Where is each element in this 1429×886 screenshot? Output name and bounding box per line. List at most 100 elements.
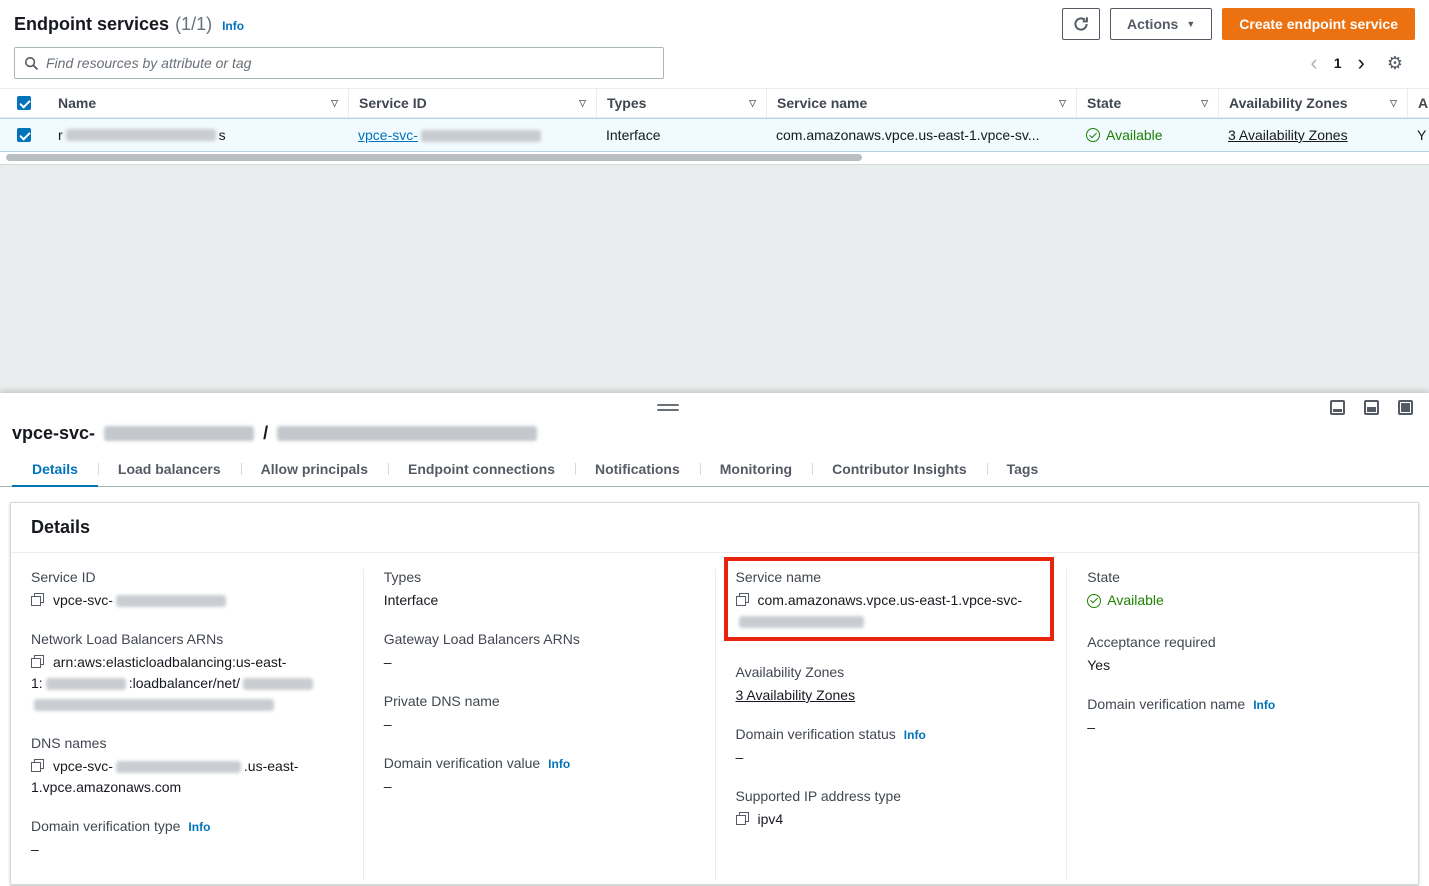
card-heading: Details (31, 517, 1398, 538)
tab-monitoring[interactable]: Monitoring (700, 452, 812, 486)
details-card-body: Service ID vpce-svc- Network Load Balanc… (11, 553, 1418, 884)
field-private-dns-name: Private DNS name – (384, 693, 695, 735)
field-value: vpce-svc-.us-east- 1.vpce.amazonaws.com (31, 756, 343, 798)
filter-icon[interactable]: ▽ (331, 98, 338, 109)
panel-position-side-icon[interactable] (1364, 400, 1379, 415)
name-suffix: s (219, 127, 226, 143)
previous-page-button[interactable]: ‹ (1310, 52, 1317, 74)
filter-icon[interactable]: ▽ (1390, 98, 1397, 109)
field-domain-verification-status: Domain verification status Info – (736, 726, 1047, 768)
value-text: :loadbalancer/net/ (129, 675, 240, 691)
field-label: Supported IP address type (736, 788, 902, 804)
column-header-service-name[interactable]: Service name ▽ (766, 89, 1076, 117)
table-row[interactable]: rs vpce-svc- Interface com.amazonaws.vpc… (0, 118, 1429, 152)
filter-icon[interactable]: ▽ (749, 98, 756, 109)
info-link[interactable]: Info (188, 820, 210, 834)
copy-icon[interactable] (736, 593, 749, 606)
field-label: Network Load Balancers ARNs (31, 631, 223, 647)
details-column-3: Service name com.amazonaws.vpce.us-east-… (715, 569, 1067, 880)
column-header-partial[interactable]: A (1407, 89, 1429, 117)
field-value: Interface (384, 590, 695, 611)
scrollbar-thumb[interactable] (6, 154, 862, 161)
field-label: Gateway Load Balancers ARNs (384, 631, 580, 647)
horizontal-scrollbar[interactable] (0, 152, 1429, 164)
cell-types: Interface (596, 119, 766, 151)
info-link[interactable]: Info (1253, 698, 1275, 712)
page-title: Endpoint services (1/1) Info (14, 14, 244, 35)
filter-icon[interactable]: ▽ (579, 98, 586, 109)
availability-zones-link[interactable]: 3 Availability Zones (736, 687, 856, 703)
copy-icon[interactable] (31, 655, 44, 668)
create-endpoint-service-button[interactable]: Create endpoint service (1222, 8, 1415, 40)
row-checkbox[interactable] (17, 128, 31, 142)
select-all-cell (0, 89, 48, 117)
value-text: 1.vpce.amazonaws.com (31, 779, 181, 795)
filter-icon[interactable]: ▽ (1201, 98, 1208, 109)
field-dns-names: DNS names vpce-svc-.us-east- 1.vpce.amaz… (31, 735, 343, 798)
tab-contributor-insights[interactable]: Contributor Insights (812, 452, 987, 486)
redacted-text (46, 678, 126, 690)
copy-icon[interactable] (31, 759, 44, 772)
value-text: .us-east- (244, 758, 298, 774)
field-label: Service name (736, 569, 822, 585)
value-text: com.amazonaws.vpce.us-east-1.vpce-svc- (758, 592, 1023, 608)
field-label: Availability Zones (736, 664, 845, 680)
field-label: Types (384, 569, 421, 585)
field-value: vpce-svc- (31, 590, 343, 611)
next-page-button[interactable]: › (1358, 52, 1365, 74)
select-all-checkbox[interactable] (17, 96, 31, 110)
cell-service-name: com.amazonaws.vpce.us-east-1.vpce-sv... (766, 119, 1076, 151)
column-header-service-id[interactable]: Service ID ▽ (348, 89, 596, 117)
column-label: State (1087, 95, 1121, 111)
actions-button[interactable]: Actions ▼ (1110, 8, 1212, 40)
tab-tags[interactable]: Tags (987, 452, 1059, 486)
tab-details[interactable]: Details (12, 452, 98, 486)
info-link[interactable]: Info (548, 757, 570, 771)
value-text: arn:aws:elasticloadbalancing:us-east- (53, 654, 286, 670)
tab-endpoint-connections[interactable]: Endpoint connections (388, 452, 575, 486)
panel-position-bottom-icon[interactable] (1330, 400, 1345, 415)
cell-service-id: vpce-svc- (348, 119, 596, 151)
copy-icon[interactable] (31, 593, 44, 606)
panel-maximize-icon[interactable] (1398, 400, 1413, 415)
info-link[interactable]: Info (904, 728, 926, 742)
settings-gear-icon[interactable]: ⚙ (1387, 53, 1403, 74)
copy-icon[interactable] (736, 812, 749, 825)
info-link[interactable]: Info (222, 19, 244, 33)
column-header-types[interactable]: Types ▽ (596, 89, 766, 117)
panel-layout-controls (1330, 400, 1413, 415)
column-header-state[interactable]: State ▽ (1076, 89, 1218, 117)
tab-allow-principals[interactable]: Allow principals (241, 452, 388, 486)
field-value: – (384, 776, 695, 797)
status-badge: Available (1087, 590, 1164, 611)
split-panel-drag-handle[interactable] (657, 404, 679, 411)
value-text: 1: (31, 675, 43, 691)
service-id-link[interactable]: vpce-svc- (358, 127, 544, 143)
field-acceptance-required: Acceptance required Yes (1087, 634, 1398, 676)
field-availability-zones: Availability Zones 3 Availability Zones (736, 664, 1047, 706)
column-header-name[interactable]: Name ▽ (48, 89, 348, 117)
field-value: – (1087, 717, 1398, 738)
field-domain-verification-value: Domain verification value Info – (384, 755, 695, 797)
search-box[interactable] (14, 47, 664, 79)
field-label: Domain verification status (736, 726, 896, 742)
cell-partial: Y (1407, 119, 1429, 151)
column-header-availability-zones[interactable]: Availability Zones ▽ (1218, 89, 1407, 117)
field-gateway-load-balancers-arns: Gateway Load Balancers ARNs – (384, 631, 695, 673)
search-input[interactable] (46, 55, 654, 71)
filter-icon[interactable]: ▽ (1059, 98, 1066, 109)
service-id-prefix: vpce-svc- (358, 127, 418, 143)
current-page[interactable]: 1 (1334, 55, 1342, 71)
refresh-button[interactable] (1062, 8, 1100, 40)
field-network-load-balancers-arns: Network Load Balancers ARNs arn:aws:elas… (31, 631, 343, 715)
actions-button-label: Actions (1127, 16, 1178, 32)
field-value: ipv4 (736, 809, 1047, 830)
cell-state: Available (1076, 119, 1218, 151)
page-header: Endpoint services (1/1) Info Actions ▼ C… (0, 0, 1429, 44)
availability-zones-link[interactable]: 3 Availability Zones (1228, 127, 1348, 143)
page-title-text: Endpoint services (14, 14, 169, 35)
refresh-icon (1073, 16, 1089, 32)
tab-load-balancers[interactable]: Load balancers (98, 452, 241, 486)
tab-notifications[interactable]: Notifications (575, 452, 700, 486)
panel-title-prefix: vpce-svc- (12, 423, 95, 444)
